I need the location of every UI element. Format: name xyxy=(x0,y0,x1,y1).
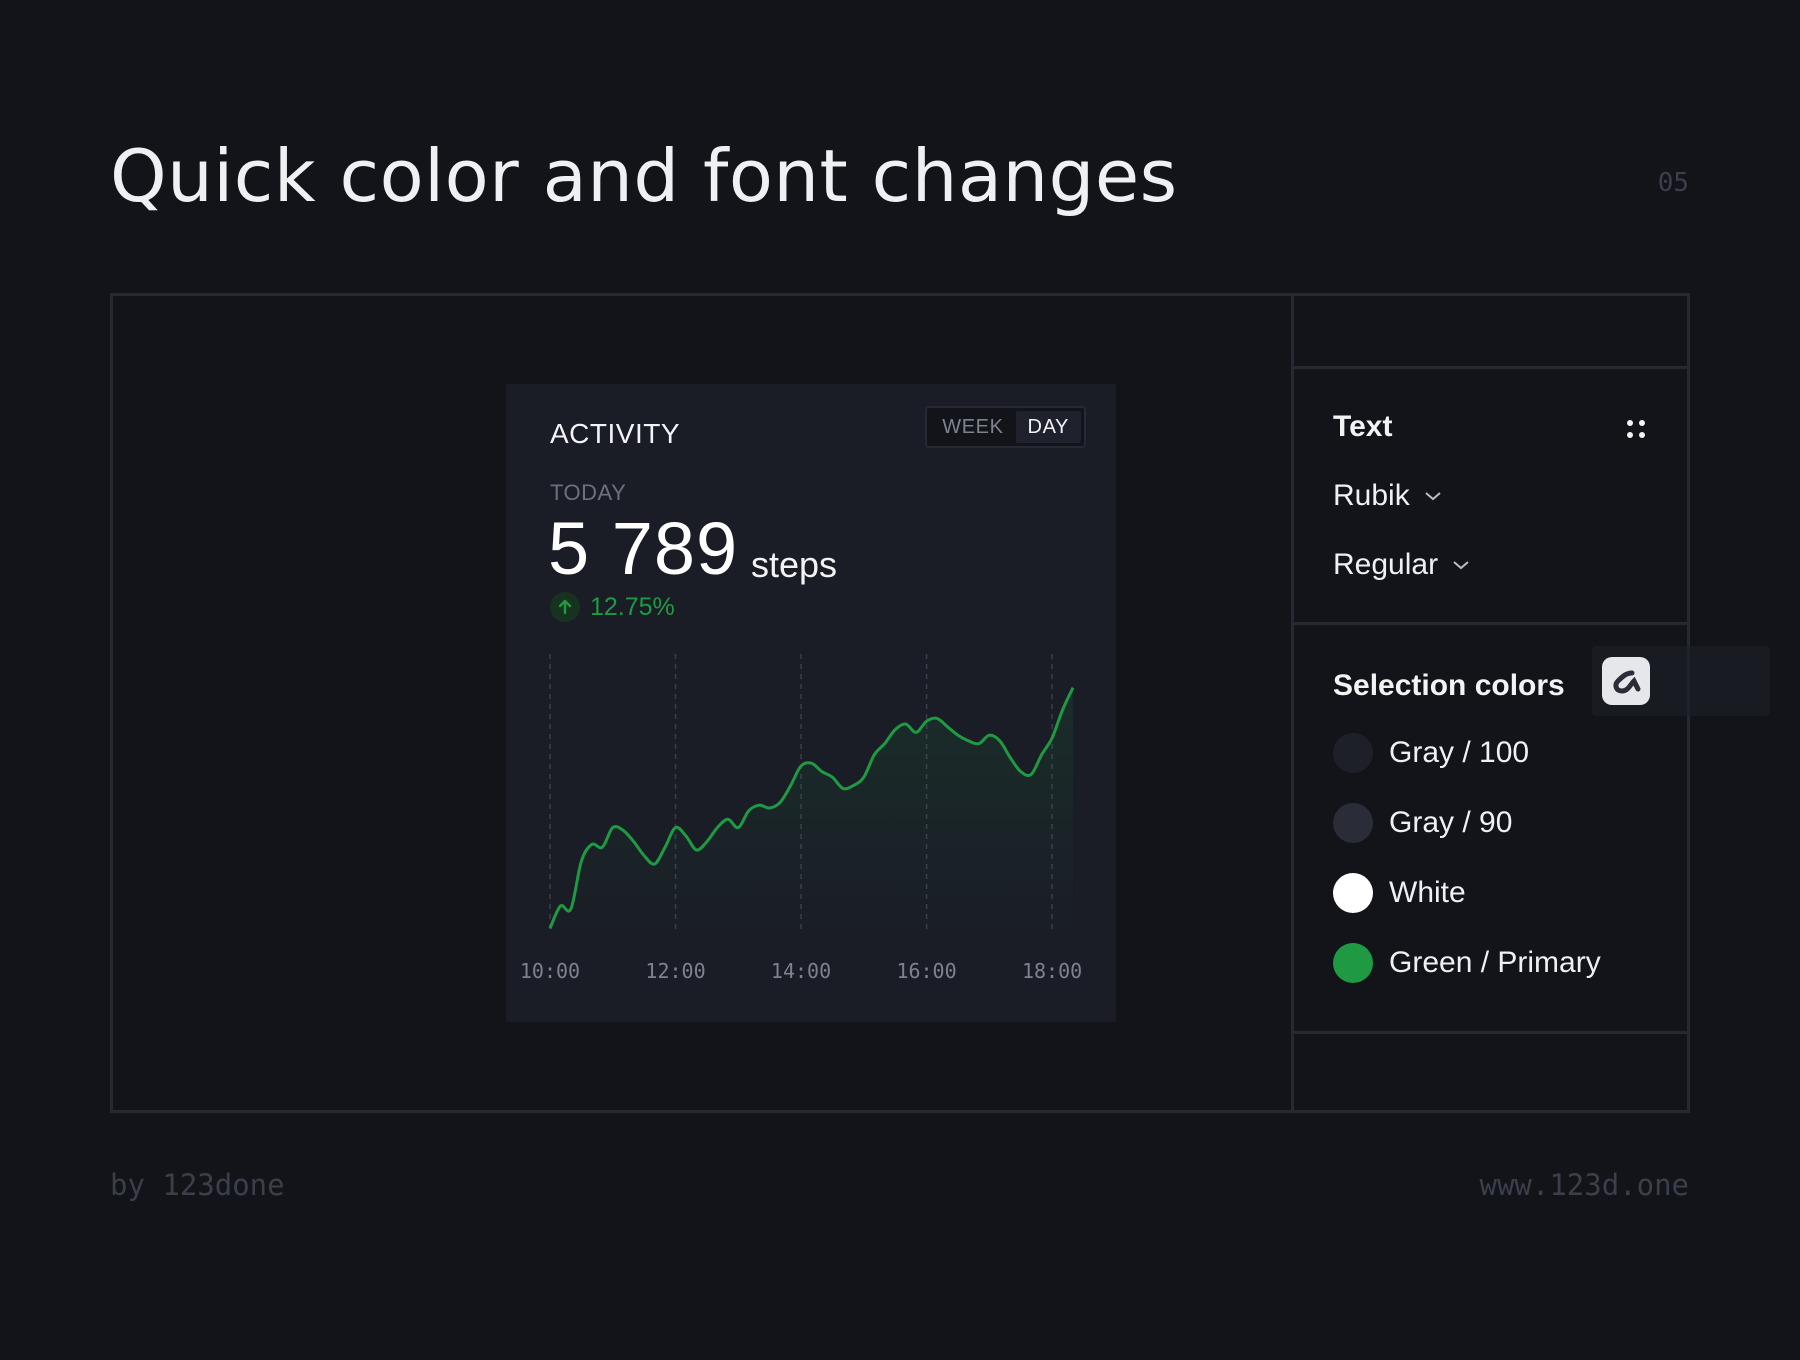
page-title: Quick color and font changes xyxy=(110,134,1178,218)
text-section-heading: Text xyxy=(1333,410,1393,443)
footer-url[interactable]: www.123d.one xyxy=(1479,1168,1689,1202)
colors-section-heading: Selection colors xyxy=(1333,669,1565,702)
watermark xyxy=(1592,646,1770,716)
page-number: 05 xyxy=(1657,168,1689,198)
color-name: Green / Primary xyxy=(1389,946,1601,979)
chart-area-fill xyxy=(550,687,1073,934)
color-row-white[interactable]: White xyxy=(1333,873,1466,913)
footer-credit: by 123done xyxy=(110,1168,285,1202)
font-family-dropdown[interactable]: Rubik xyxy=(1333,479,1442,513)
panel-divider xyxy=(1294,1031,1687,1034)
grid-dots-icon[interactable] xyxy=(1627,420,1645,438)
color-row-gray-90[interactable]: Gray / 90 xyxy=(1333,803,1512,843)
x-tick-label: 16:00 xyxy=(896,959,956,983)
panel-divider xyxy=(1294,366,1687,369)
watermark-logo-icon xyxy=(1602,657,1650,705)
color-row-green-primary[interactable]: Green / Primary xyxy=(1333,943,1601,983)
panel-divider xyxy=(1294,622,1687,625)
chevron-down-icon xyxy=(1453,561,1469,570)
x-tick-label: 10:00 xyxy=(520,959,580,983)
color-name: Gray / 90 xyxy=(1389,806,1513,839)
canvas-frame: ACTIVITY WEEK DAY TODAY 5 789 steps 12.7… xyxy=(110,293,1690,1113)
font-weight-dropdown[interactable]: Regular xyxy=(1333,548,1470,582)
x-tick-label: 12:00 xyxy=(645,959,705,983)
color-row-gray-100[interactable]: Gray / 100 xyxy=(1333,733,1529,773)
x-tick-label: 14:00 xyxy=(771,959,831,983)
font-weight-value: Regular xyxy=(1333,548,1439,581)
color-swatch xyxy=(1333,943,1373,983)
color-swatch xyxy=(1333,733,1373,773)
color-swatch xyxy=(1333,803,1373,843)
color-name: White xyxy=(1389,876,1466,909)
x-tick-label: 18:00 xyxy=(1022,959,1082,983)
color-swatch xyxy=(1333,873,1373,913)
color-name: Gray / 100 xyxy=(1389,736,1530,769)
activity-card[interactable]: ACTIVITY WEEK DAY TODAY 5 789 steps 12.7… xyxy=(506,384,1116,1022)
activity-chart: 10:00 12:00 14:00 16:00 18:00 xyxy=(520,654,1082,983)
font-family-value: Rubik xyxy=(1333,479,1410,512)
chevron-down-icon xyxy=(1425,492,1441,501)
